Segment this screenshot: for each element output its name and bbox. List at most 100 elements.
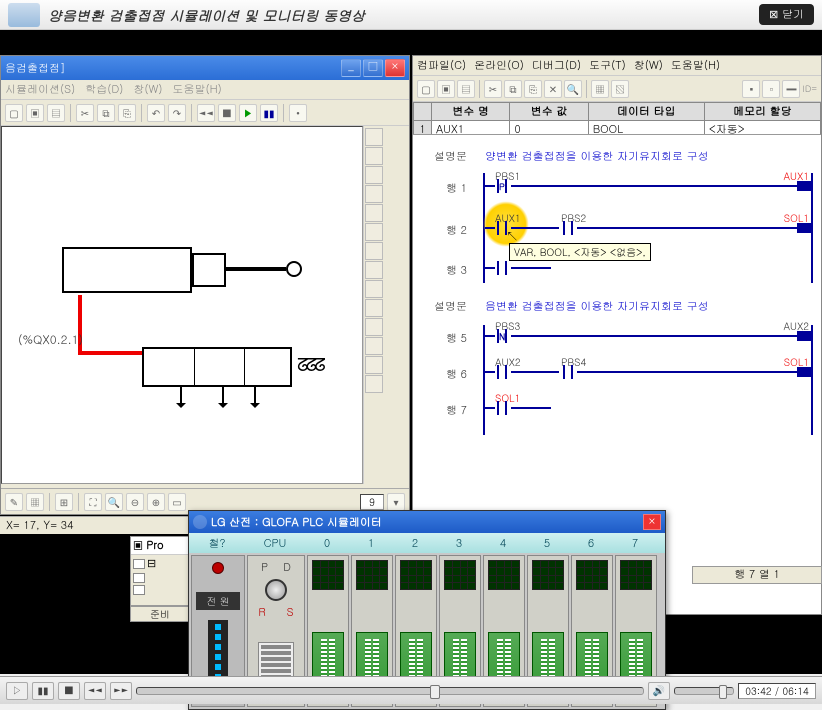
menu-item[interactable]: 도구(T) xyxy=(589,58,626,73)
simulator-titlebar[interactable]: LG 산전 : GLOFA PLC 시뮬레이터 × xyxy=(189,511,665,533)
zoom-out-icon[interactable]: ⊖ xyxy=(126,493,144,511)
tool-icon[interactable]: ▫ xyxy=(762,80,780,98)
tool-button[interactable] xyxy=(365,318,383,336)
tool-button[interactable] xyxy=(365,337,383,355)
zoom-fit-icon[interactable]: ⛶ xyxy=(84,493,102,511)
zoom-value-field[interactable]: 9 xyxy=(360,494,384,510)
tool-icon[interactable]: ▬ xyxy=(782,80,800,98)
tree-item[interactable] xyxy=(131,584,189,596)
tool-icon[interactable]: ▧ xyxy=(611,80,629,98)
tool-button[interactable] xyxy=(365,299,383,317)
zoom-in-icon[interactable]: ⊕ xyxy=(147,493,165,511)
tool-button[interactable] xyxy=(365,375,383,393)
play-button[interactable]: ▷ xyxy=(6,682,28,700)
cut-icon[interactable]: ✂ xyxy=(484,80,502,98)
tool-icon[interactable]: ▣ xyxy=(437,80,455,98)
tool-button[interactable] xyxy=(365,261,383,279)
close-button[interactable]: × xyxy=(385,59,405,77)
delete-icon[interactable]: ✕ xyxy=(544,80,562,98)
undo-icon[interactable]: ↶ xyxy=(147,104,165,122)
valve-icon xyxy=(142,347,292,387)
coil-icon[interactable] xyxy=(797,181,811,191)
zoom-region-icon[interactable]: ▭ xyxy=(168,493,186,511)
menu-item[interactable]: 시뮬레이션(S) xyxy=(5,82,75,97)
menu-item[interactable]: 창(W) xyxy=(133,82,162,97)
tool-button[interactable] xyxy=(365,204,383,222)
menu-item[interactable]: 창(W) xyxy=(634,58,663,73)
right-statusbar: 행 7 열 1 xyxy=(692,566,822,584)
seek-slider[interactable] xyxy=(136,687,644,695)
valve-port-icon xyxy=(222,387,224,403)
mute-button[interactable]: 🔊 xyxy=(648,682,670,700)
menu-item[interactable]: 학습(D) xyxy=(85,82,123,97)
left-toolbar: ▢ ▣ ▤ ✂ ⧉ ⎘ ↶ ↷ ◄◄ ■ ▶ ▮▮ • xyxy=(1,100,409,126)
app-close-button[interactable]: ⊠ 닫기 xyxy=(759,4,814,25)
menu-item[interactable]: 컴파일(C) xyxy=(417,58,466,73)
coil-icon[interactable] xyxy=(797,367,811,377)
tool-icon[interactable]: ▪ xyxy=(742,80,760,98)
tool-button[interactable] xyxy=(365,356,383,374)
maximize-button[interactable]: □ xyxy=(363,59,383,77)
contact-icon[interactable] xyxy=(493,365,511,379)
copy-icon[interactable]: ⧉ xyxy=(97,104,115,122)
tool-button[interactable] xyxy=(365,242,383,260)
close-button[interactable]: × xyxy=(643,514,661,530)
cut-icon[interactable]: ✂ xyxy=(76,104,94,122)
tree-item[interactable] xyxy=(131,572,189,584)
tool-icon[interactable]: ▢ xyxy=(417,80,435,98)
step-icon[interactable]: • xyxy=(289,104,307,122)
contact-icon[interactable] xyxy=(493,261,511,275)
zoom-100-icon[interactable]: 🔍 xyxy=(105,493,123,511)
menu-item[interactable]: 도움말(H) xyxy=(671,58,720,73)
contact-icon[interactable]: N xyxy=(493,329,511,343)
pneumatic-canvas[interactable]: (%QX0.2.1) ᘔᘔᘔ xyxy=(1,126,363,484)
coil-icon[interactable] xyxy=(797,223,811,233)
left-window-title: 음검출접점] xyxy=(5,61,341,76)
tool-button[interactable] xyxy=(365,280,383,298)
tool-button[interactable] xyxy=(365,185,383,203)
ready-status: 준비 xyxy=(130,606,190,622)
pause-button[interactable]: ▮▮ xyxy=(32,682,54,700)
menu-item[interactable]: 디버그(D) xyxy=(532,58,581,73)
rewind-icon[interactable]: ◄◄ xyxy=(197,104,215,122)
stop-icon[interactable]: ■ xyxy=(218,104,236,122)
copy-icon[interactable]: ⧉ xyxy=(504,80,522,98)
cylinder-piston-icon xyxy=(192,253,226,287)
paste-icon[interactable]: ⎘ xyxy=(118,104,136,122)
tool-icon[interactable]: ▤ xyxy=(457,80,475,98)
contact-icon[interactable] xyxy=(493,401,511,415)
stop-button[interactable]: ■ xyxy=(58,682,80,700)
prev-button[interactable]: ◄◄ xyxy=(84,682,106,700)
grid-icon[interactable]: ⊞ xyxy=(55,493,73,511)
dropdown-icon[interactable]: ▾ xyxy=(387,493,405,511)
tool-button[interactable] xyxy=(365,128,383,146)
table-header: 데이터 타입 xyxy=(588,103,704,121)
open-icon[interactable]: ▣ xyxy=(26,104,44,122)
save-icon[interactable]: ▤ xyxy=(47,104,65,122)
play-icon[interactable]: ▶ xyxy=(239,104,257,122)
contact-icon[interactable] xyxy=(559,221,577,235)
new-icon[interactable]: ▢ xyxy=(5,104,23,122)
find-icon[interactable]: 🔍 xyxy=(564,80,582,98)
volume-slider[interactable] xyxy=(674,687,734,695)
redo-icon[interactable]: ↷ xyxy=(168,104,186,122)
contact-icon[interactable] xyxy=(559,365,577,379)
menu-item[interactable]: 도움말(H) xyxy=(173,82,222,97)
pause-icon[interactable]: ▮▮ xyxy=(260,104,278,122)
tool-button[interactable] xyxy=(365,147,383,165)
paste-icon[interactable]: ⎘ xyxy=(524,80,542,98)
mode-knob-icon[interactable] xyxy=(265,579,287,601)
next-button[interactable]: ►► xyxy=(110,682,132,700)
tool-button[interactable] xyxy=(365,166,383,184)
tool-icon[interactable]: ✎ xyxy=(5,493,23,511)
table-header: 변수 값 xyxy=(510,103,588,121)
menu-item[interactable]: 온라인(O) xyxy=(474,58,524,73)
tree-item[interactable]: ⊟ xyxy=(131,555,189,572)
minimize-button[interactable]: _ xyxy=(341,59,361,77)
tool-icon[interactable]: ▦ xyxy=(26,493,44,511)
tool-button[interactable] xyxy=(365,223,383,241)
tool-icon[interactable]: ▦ xyxy=(591,80,609,98)
coil-icon[interactable] xyxy=(797,331,811,341)
project-panel-title: ▣ Pro xyxy=(131,537,189,555)
contact-icon[interactable]: P xyxy=(493,179,511,193)
